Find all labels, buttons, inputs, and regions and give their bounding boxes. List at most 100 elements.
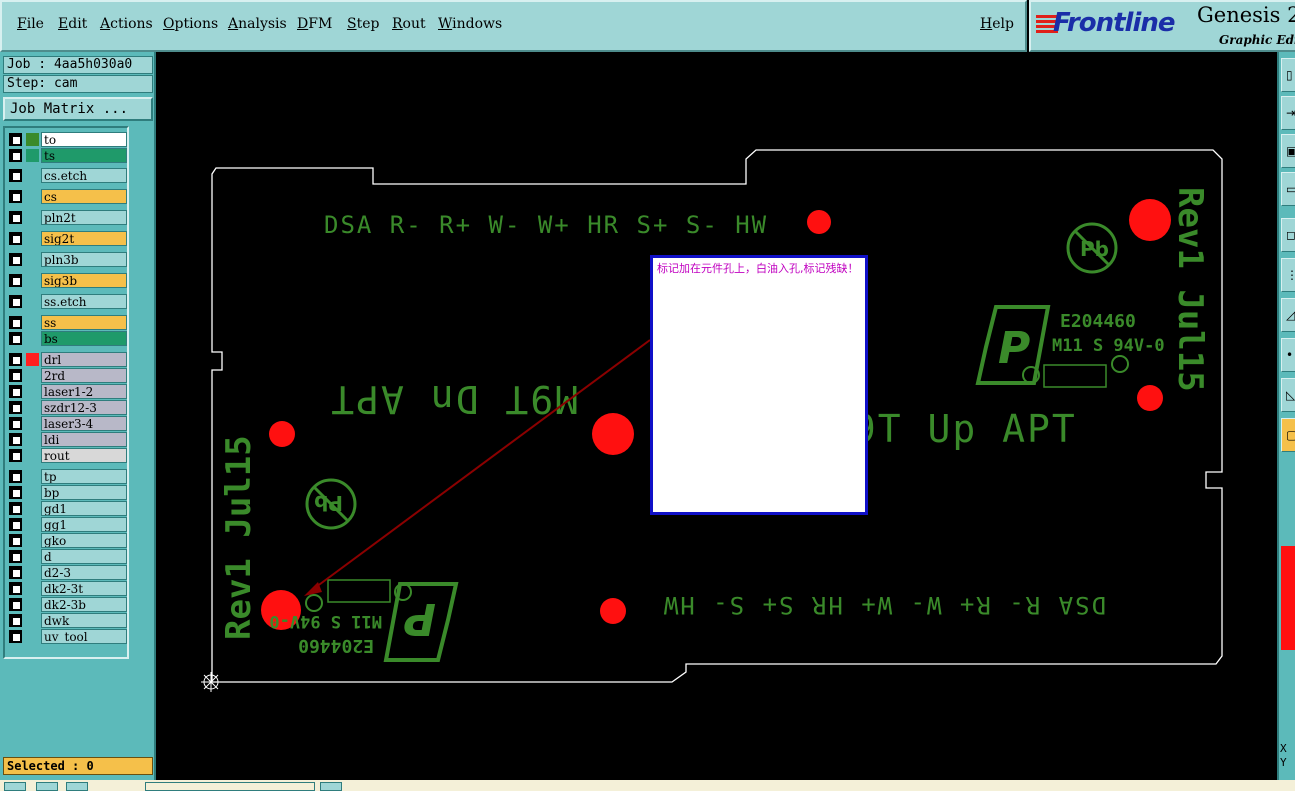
layer-checkbox[interactable] [9, 332, 22, 345]
toolbar-button[interactable]: ▭ [1281, 172, 1295, 206]
layer-row[interactable]: d [7, 549, 127, 564]
layer-checkbox[interactable] [9, 353, 22, 366]
job-matrix-button[interactable]: Job Matrix ... [3, 97, 153, 121]
layer-color-swatch[interactable] [26, 449, 39, 462]
layer-name[interactable]: gd1 [41, 501, 127, 516]
layer-row[interactable]: gd1 [7, 501, 127, 516]
menu-step[interactable]: Step [347, 16, 379, 32]
layer-checkbox[interactable] [9, 598, 22, 611]
layer-color-swatch[interactable] [26, 566, 39, 579]
layer-checkbox[interactable] [9, 566, 22, 579]
toolbar-button[interactable]: ◻ [1281, 218, 1295, 252]
layer-color-swatch[interactable] [26, 253, 39, 266]
layer-checkbox[interactable] [9, 316, 22, 329]
layer-checkbox[interactable] [9, 169, 22, 182]
bottom-button[interactable] [36, 782, 58, 791]
toolbar-button[interactable]: ▯ [1281, 58, 1295, 92]
layer-color-swatch[interactable] [26, 353, 39, 366]
layer-row[interactable]: ts [7, 148, 127, 163]
layer-row[interactable]: drl [7, 352, 127, 367]
layer-checkbox[interactable] [9, 253, 22, 266]
layer-name[interactable]: cs [41, 189, 127, 204]
layer-name[interactable]: ss [41, 315, 127, 330]
layer-checkbox[interactable] [9, 534, 22, 547]
layer-checkbox[interactable] [9, 614, 22, 627]
layer-checkbox[interactable] [9, 232, 22, 245]
layer-color-swatch[interactable] [26, 133, 39, 146]
layer-color-swatch[interactable] [26, 232, 39, 245]
layer-color-swatch[interactable] [26, 149, 39, 162]
layer-row[interactable]: ldi [7, 432, 127, 447]
toolbar-button[interactable]: • [1281, 338, 1295, 372]
layer-color-swatch[interactable] [26, 274, 39, 287]
layer-name[interactable]: d2-3 [41, 565, 127, 580]
layer-row[interactable]: cs [7, 189, 127, 204]
layer-row[interactable]: pln3b [7, 252, 127, 267]
layer-name[interactable]: laser3-4 [41, 416, 127, 431]
layer-checkbox[interactable] [9, 470, 22, 483]
annotation-note[interactable]: 标记加在元件孔上，白油入孔,标记残缺！ [650, 255, 868, 515]
layer-checkbox[interactable] [9, 630, 22, 643]
layer-row[interactable]: sig2t [7, 231, 127, 246]
layer-row[interactable]: laser1-2 [7, 384, 127, 399]
menu-dfm[interactable]: DFM [297, 16, 332, 32]
layer-color-swatch[interactable] [26, 369, 39, 382]
layer-name[interactable]: gg1 [41, 517, 127, 532]
layer-row[interactable]: tp [7, 469, 127, 484]
layer-name[interactable]: uv_tool [41, 629, 127, 644]
toolbar-button[interactable]: ▢ [1281, 418, 1295, 452]
layer-checkbox[interactable] [9, 502, 22, 515]
layer-color-swatch[interactable] [26, 417, 39, 430]
layer-color-swatch[interactable] [26, 534, 39, 547]
layer-row[interactable]: sig3b [7, 273, 127, 288]
layer-name[interactable]: tp [41, 469, 127, 484]
layer-row[interactable]: szdr12-3 [7, 400, 127, 415]
layer-color-swatch[interactable] [26, 169, 39, 182]
layer-checkbox[interactable] [9, 401, 22, 414]
layer-row[interactable]: cs.etch [7, 168, 127, 183]
layer-color-swatch[interactable] [26, 401, 39, 414]
layer-checkbox[interactable] [9, 582, 22, 595]
layer-name[interactable]: to [41, 132, 127, 147]
menu-file[interactable]: File [17, 16, 44, 32]
layer-row[interactable]: pln2t [7, 210, 127, 225]
layer-color-swatch[interactable] [26, 486, 39, 499]
layer-checkbox[interactable] [9, 433, 22, 446]
toolbar-button[interactable]: ⋮ [1281, 258, 1295, 292]
layer-checkbox[interactable] [9, 295, 22, 308]
layer-checkbox[interactable] [9, 211, 22, 224]
layer-row[interactable]: d2-3 [7, 565, 127, 580]
layer-name[interactable]: bs [41, 331, 127, 346]
toolbar-button[interactable]: ◺ [1281, 378, 1295, 412]
layer-name[interactable]: sig2t [41, 231, 127, 246]
layer-row[interactable]: uv_tool [7, 629, 127, 644]
layer-name[interactable]: ss.etch [41, 294, 127, 309]
layer-name[interactable]: ts [41, 148, 127, 163]
layer-row[interactable]: bs [7, 331, 127, 346]
layer-name[interactable]: dk2-3t [41, 581, 127, 596]
layer-color-swatch[interactable] [26, 630, 39, 643]
bottom-button[interactable] [320, 782, 342, 791]
layer-checkbox[interactable] [9, 190, 22, 203]
layer-row[interactable]: 2rd [7, 368, 127, 383]
layer-color-swatch[interactable] [26, 518, 39, 531]
layer-name[interactable]: pln3b [41, 252, 127, 267]
layer-row[interactable]: laser3-4 [7, 416, 127, 431]
layer-color-swatch[interactable] [26, 385, 39, 398]
layer-row[interactable]: ss [7, 315, 127, 330]
layer-row[interactable]: gg1 [7, 517, 127, 532]
layer-color-swatch[interactable] [26, 614, 39, 627]
menu-help[interactable]: Help [980, 16, 1014, 32]
layer-checkbox[interactable] [9, 449, 22, 462]
toolbar-button[interactable]: ▣ [1281, 134, 1295, 168]
layer-name[interactable]: drl [41, 352, 127, 367]
layer-name[interactable]: szdr12-3 [41, 400, 127, 415]
menu-options[interactable]: Options [163, 16, 218, 32]
layer-color-swatch[interactable] [26, 470, 39, 483]
menu-edit[interactable]: Edit [58, 16, 87, 32]
layer-row[interactable]: dk2-3t [7, 581, 127, 596]
bottom-button[interactable] [66, 782, 88, 791]
layer-checkbox[interactable] [9, 369, 22, 382]
layer-row[interactable]: dk2-3b [7, 597, 127, 612]
layer-color-swatch[interactable] [26, 502, 39, 515]
